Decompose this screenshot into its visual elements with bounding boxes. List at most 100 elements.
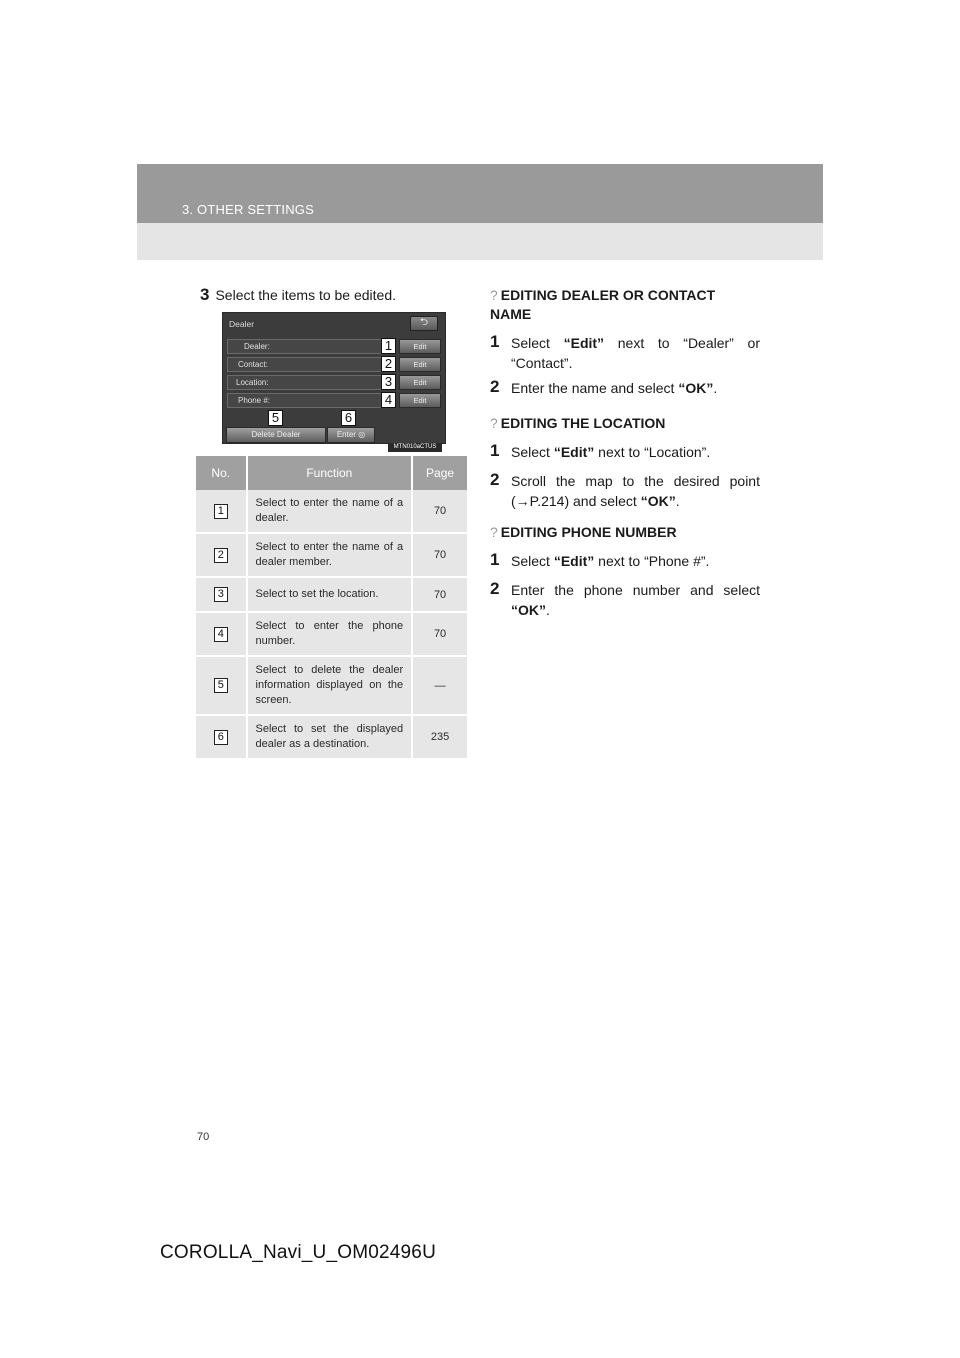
section2-step-2: 2 Scroll the map to the desired point (→… bbox=[490, 470, 760, 511]
step-emphasis: “Edit” bbox=[563, 335, 605, 351]
page-cell: 70 bbox=[412, 612, 467, 657]
step-number: 1 bbox=[490, 550, 500, 569]
back-arrow-icon: ⮌ bbox=[419, 317, 428, 328]
table-row: 5 Select to delete the dealer informatio… bbox=[196, 656, 467, 716]
column-header-function: Function bbox=[246, 456, 414, 490]
function-cell: Select to set the displayed dealer as a … bbox=[246, 715, 414, 760]
edit-button-contact: Edit bbox=[399, 357, 441, 372]
column-header-no: No. bbox=[196, 456, 248, 490]
step-text: . bbox=[546, 602, 550, 618]
section-heading-phone: ? EDITING PHONE NUMBER bbox=[490, 523, 760, 542]
section-title-text: EDITING THE LOCATION bbox=[500, 415, 666, 431]
number-box: 6 bbox=[213, 729, 228, 745]
function-cell: Select to delete the dealer information … bbox=[246, 656, 414, 716]
field-row-phone: Phone #: bbox=[227, 393, 384, 408]
step-number: 1 bbox=[490, 441, 500, 460]
field-label: Contact: bbox=[238, 360, 268, 369]
field-label: Location: bbox=[236, 378, 269, 387]
step-emphasis: “OK” bbox=[640, 493, 676, 509]
table-row: 4 Select to enter the phone number. 70 bbox=[196, 612, 467, 657]
step-text: Scroll the map to the desired point (→P.… bbox=[511, 473, 760, 509]
function-cell: Select to enter the name of a dealer mem… bbox=[246, 533, 414, 578]
page-number: 70 bbox=[197, 1131, 210, 1143]
number-box: 4 bbox=[213, 626, 228, 642]
dealer-screen-image: Dealer ⮌ Dealer: 1 Edit Contact: 2 Edit … bbox=[222, 312, 446, 444]
callout-badge: 6 bbox=[341, 410, 356, 426]
field-row-contact: Contact: bbox=[227, 357, 384, 372]
field-row-location: Location: bbox=[227, 375, 384, 390]
step-number: 2 bbox=[490, 377, 500, 396]
step-text: next to “Location”. bbox=[594, 444, 711, 460]
callout-badge: 1 bbox=[381, 338, 396, 354]
image-code: MTN010aCTUS bbox=[388, 443, 442, 452]
step-number: 1 bbox=[490, 332, 500, 351]
step-number: 2 bbox=[490, 579, 500, 598]
number-box: 3 bbox=[213, 587, 228, 602]
callout-badge: 3 bbox=[381, 374, 396, 390]
page-cell: — bbox=[412, 656, 467, 716]
enter-button: Enter ◎ bbox=[327, 427, 375, 443]
function-table: No. Function Page 1 Select to enter the … bbox=[196, 456, 467, 760]
edit-button-location: Edit bbox=[399, 375, 441, 390]
step-text: Select the items to be edited. bbox=[215, 287, 397, 303]
callout-badge: 2 bbox=[381, 356, 396, 372]
section-title: 3. OTHER SETTINGS bbox=[182, 202, 314, 217]
section1-step-2: 2 Enter the name and select “OK”. bbox=[490, 377, 760, 398]
step-emphasis: “OK” bbox=[511, 602, 546, 618]
screen-title: Dealer bbox=[229, 319, 255, 329]
step-emphasis: “Edit” bbox=[553, 444, 595, 460]
step-text: Enter the name and select bbox=[511, 380, 679, 396]
section3-step-2: 2 Enter the phone number and select “OK”… bbox=[490, 579, 760, 620]
header-subband bbox=[137, 223, 823, 260]
step-3: 3 Select the items to be edited. bbox=[200, 285, 396, 305]
section-marker: ? bbox=[490, 415, 498, 431]
number-box: 2 bbox=[213, 547, 228, 563]
number-box: 5 bbox=[213, 678, 228, 693]
table-row: 1 Select to enter the name of a dealer. … bbox=[196, 490, 467, 534]
number-box: 1 bbox=[213, 503, 228, 519]
function-cell: Select to enter the name of a dealer. bbox=[246, 490, 414, 534]
function-cell: Select to enter the phone number. bbox=[246, 612, 414, 657]
column-header-page: Page bbox=[412, 456, 467, 490]
edit-button-phone: Edit bbox=[399, 393, 441, 408]
table-row: 3 Select to set the location. 70 bbox=[196, 577, 467, 613]
step-text: . bbox=[675, 493, 680, 509]
section1-step-1: 1 Select “Edit” next to “Dealer” or “Con… bbox=[490, 332, 760, 373]
enter-icon: ◎ bbox=[358, 430, 366, 439]
step-text: Select bbox=[511, 335, 564, 351]
step-emphasis: “Edit” bbox=[553, 553, 595, 569]
step-emphasis: “OK” bbox=[678, 380, 714, 396]
step-text: next to “Phone #”. bbox=[594, 553, 710, 569]
field-label: Phone #: bbox=[238, 396, 271, 405]
step-text: . bbox=[713, 380, 718, 396]
section-marker: ? bbox=[490, 287, 498, 303]
page-cell: 235 bbox=[412, 715, 467, 760]
table-row: 6 Select to set the displayed dealer as … bbox=[196, 715, 467, 760]
field-row-dealer: Dealer: bbox=[227, 339, 384, 354]
section-heading-location: ? EDITING THE LOCATION bbox=[490, 414, 760, 433]
callout-badge: 5 bbox=[268, 410, 283, 426]
function-cell: Select to set the location. bbox=[246, 577, 414, 613]
step-text: Select bbox=[511, 553, 554, 569]
edit-button-dealer: Edit bbox=[399, 339, 441, 354]
step-text: Enter the phone number and select bbox=[511, 582, 760, 598]
delete-dealer-button: Delete Dealer bbox=[226, 427, 326, 443]
step-text: Select bbox=[511, 444, 554, 460]
table-header-row: No. Function Page bbox=[196, 456, 467, 490]
section-title-text: EDITING PHONE NUMBER bbox=[500, 524, 677, 540]
enter-label: Enter bbox=[336, 430, 356, 439]
table-row: 2 Select to enter the name of a dealer m… bbox=[196, 533, 467, 578]
page-cell: 70 bbox=[412, 533, 467, 578]
section2-step-1: 1 Select “Edit” next to “Location”. bbox=[490, 441, 760, 462]
page-cell: 70 bbox=[412, 577, 467, 613]
section-title-text: EDITING DEALER OR CONTACT NAME bbox=[490, 287, 716, 322]
step-number: 3 bbox=[200, 285, 210, 304]
document-footer: COROLLA_Navi_U_OM02496U bbox=[160, 1242, 436, 1263]
step-number: 2 bbox=[490, 470, 500, 489]
section-marker: ? bbox=[490, 524, 498, 540]
callout-badge: 4 bbox=[381, 392, 396, 408]
section3-step-1: 1 Select “Edit” next to “Phone #”. bbox=[490, 550, 760, 571]
back-button: ⮌ bbox=[410, 316, 438, 331]
field-label: Dealer: bbox=[244, 342, 270, 351]
section-heading-dealer-contact: ? EDITING DEALER OR CONTACT NAME bbox=[490, 286, 760, 324]
